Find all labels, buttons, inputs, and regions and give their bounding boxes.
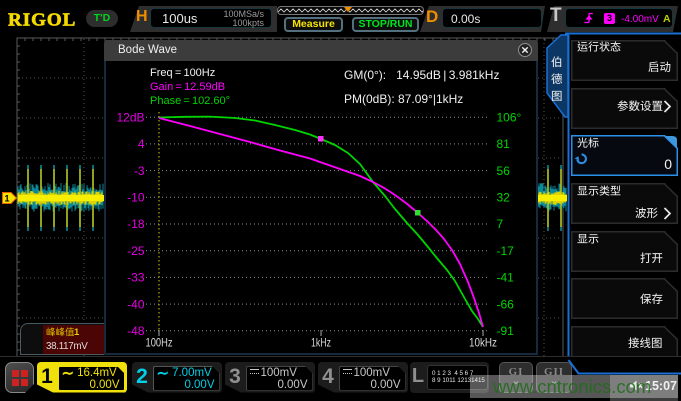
svg-text:12dB: 12dB — [116, 110, 144, 124]
svg-text:-66: -66 — [497, 297, 515, 311]
svg-text:1kHz: 1kHz — [311, 336, 331, 350]
svg-text:-41: -41 — [497, 271, 515, 285]
svg-text:56: 56 — [497, 164, 511, 178]
svg-text:-91: -91 — [497, 324, 515, 338]
svg-text:-18: -18 — [127, 217, 145, 231]
svg-text:106°: 106° — [497, 110, 522, 124]
svg-text:100Hz: 100Hz — [146, 336, 173, 350]
svg-text:-40: -40 — [127, 297, 145, 311]
svg-text:10kHz: 10kHz — [469, 336, 497, 350]
svg-text:32: 32 — [497, 191, 511, 205]
svg-text:-25: -25 — [127, 244, 145, 258]
svg-text:7: 7 — [497, 217, 504, 231]
svg-text:-3: -3 — [134, 164, 145, 178]
svg-text:-33: -33 — [127, 271, 145, 285]
svg-text:-48: -48 — [127, 324, 145, 338]
svg-text:-17: -17 — [497, 244, 515, 258]
svg-text:4: 4 — [138, 137, 145, 151]
svg-text:-10: -10 — [127, 191, 145, 205]
svg-text:81: 81 — [497, 137, 511, 151]
